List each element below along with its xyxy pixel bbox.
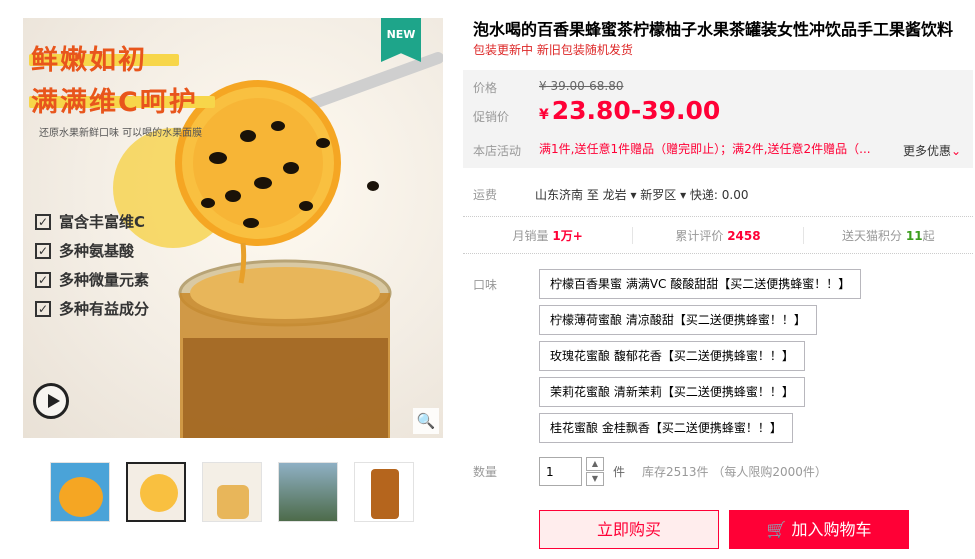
stats-bar: 月销量 1万+ 累计评价 2458 送天猫积分 11起 <box>463 216 973 254</box>
activity-label: 本店活动 <box>473 144 522 158</box>
product-subtitle: 包装更新中 新旧包装随机发货 <box>473 43 633 57</box>
feature-item: ✓ 多种氨基酸 <box>35 240 134 261</box>
promo-price: ¥23.80-39.00 <box>539 96 720 125</box>
flavor-option[interactable]: 玫瑰花蜜酿 馥郁花香【买二送便携蜂蜜！！】 <box>539 341 805 371</box>
quantity-input[interactable] <box>539 457 582 486</box>
quantity-label: 数量 <box>473 465 498 479</box>
flavor-option[interactable]: 茉莉花蜜酿 清新茉莉【买二送便携蜂蜜！！】 <box>539 377 805 407</box>
checkbox-icon: ✓ <box>35 242 51 259</box>
more-offers-link[interactable]: 更多优惠⌄ <box>903 142 961 159</box>
flavor-option[interactable]: 柠檬薄荷蜜酿 清凉酸甜【买二送便携蜂蜜！！】 <box>539 305 817 335</box>
promo-price-label: 促销价 <box>473 110 510 124</box>
stock-info: 库存2513件 （每人限购2000件） <box>642 465 827 479</box>
shipping-label: 运费 <box>473 188 498 202</box>
orig-price-label: 价格 <box>473 81 498 95</box>
play-video-icon[interactable] <box>33 383 69 419</box>
add-to-cart-button[interactable]: 🛒 加入购物车 <box>729 510 909 549</box>
checkbox-icon: ✓ <box>35 213 51 230</box>
promo-price-value: 23.80-39.00 <box>551 96 721 125</box>
main-product-image[interactable]: NEW 鲜嫩如初 满满维C呵护 还原水果新鲜口味 可以喝的水果面膜 ✓ 富含丰富维… <box>23 18 443 438</box>
flavor-option[interactable]: 柠檬百香果蜜 满满VC 酸酸甜甜【买二送便携蜂蜜！！】 <box>539 269 862 299</box>
cart-icon: 🛒 <box>766 520 787 539</box>
headline-line-2: 满满维C呵护 <box>31 87 198 118</box>
thumbnail[interactable] <box>126 462 186 522</box>
reward-points: 送天猫积分 11起 <box>842 228 935 243</box>
flavor-label: 口味 <box>473 278 498 292</box>
checkbox-icon: ✓ <box>35 271 51 288</box>
currency-symbol: ¥ <box>539 107 549 123</box>
feature-item: ✓ 多种有益成分 <box>35 298 149 319</box>
quantity-decrease-icon[interactable]: ▼ <box>586 472 604 486</box>
buy-now-button[interactable]: 立即购买 <box>539 510 719 549</box>
thumbnail-strip <box>50 462 414 522</box>
product-title: 泡水喝的百香果蜂蜜茶柠檬柚子水果茶罐装女性冲饮品手工果酱饮料 <box>473 20 954 39</box>
monthly-sales: 月销量 1万+ <box>463 226 634 244</box>
flavor-options: 柠檬百香果蜜 满满VC 酸酸甜甜【买二送便携蜂蜜！！】 柠檬薄荷蜜酿 清凉酸甜【… <box>539 269 862 449</box>
thumbnail[interactable] <box>202 462 262 522</box>
shipping-destination-select[interactable]: 山东济南 至 龙岩 ▾ 新罗区 ▾ 快递: 0.00 <box>535 186 749 203</box>
quantity-unit: 件 <box>613 465 626 479</box>
flavor-option[interactable]: 桂花蜜酿 金桂飘香【买二送便携蜂蜜！！】 <box>539 413 793 443</box>
chevron-down-icon: ⌄ <box>951 144 962 158</box>
store-activity: 满1件,送任意1件赠品（赠完即止）；满2件,送任意2件赠品（... <box>539 142 871 156</box>
total-reviews[interactable]: 累计评价 2458 <box>633 226 804 244</box>
zoom-icon[interactable]: 🔍 <box>413 408 439 434</box>
original-price: ¥ 39.00-68.80 <box>539 79 624 93</box>
slogan: 还原水果新鲜口味 可以喝的水果面膜 <box>39 128 203 139</box>
headline-line-1: 鲜嫩如初 <box>31 45 147 76</box>
quantity-increase-icon[interactable]: ▲ <box>586 457 604 471</box>
feature-item: ✓ 多种微量元素 <box>35 269 149 290</box>
thumbnail[interactable] <box>354 462 414 522</box>
checkbox-icon: ✓ <box>35 300 51 317</box>
feature-item: ✓ 富含丰富维C <box>35 211 145 232</box>
thumbnail[interactable] <box>278 462 338 522</box>
thumbnail[interactable] <box>50 462 110 522</box>
price-panel: 价格 ¥ 39.00-68.80 促销价 ¥23.80-39.00 本店活动 满… <box>463 70 973 168</box>
